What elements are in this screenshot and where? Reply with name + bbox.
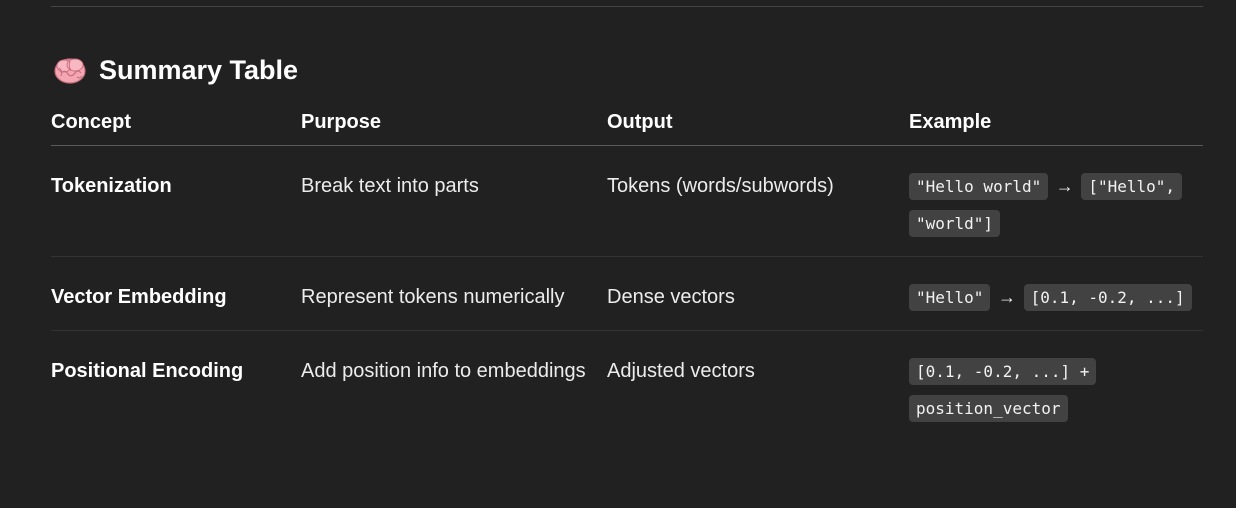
summary-table: Concept Purpose Output Example Tokenizat… <box>51 103 1203 441</box>
code-snippet: [0.1, -0.2, ...] + position_vector <box>909 358 1097 422</box>
column-header-example: Example <box>909 103 1203 146</box>
table-row: Vector Embedding Represent tokens numeri… <box>51 256 1203 331</box>
purpose-cell: Add position info to embeddings <box>301 360 586 382</box>
output-cell: Adjusted vectors <box>607 360 755 382</box>
purpose-cell: Represent tokens numerically <box>301 256 607 331</box>
table-row: Tokenization Break text into parts Token… <box>51 145 1203 257</box>
divider <box>51 6 1203 7</box>
table-header-row: Concept Purpose Output Example <box>51 103 1203 146</box>
column-header-purpose: Purpose <box>301 103 607 146</box>
table-row: Positional Encoding Add position info to… <box>51 331 1203 442</box>
arrow-icon: → <box>998 287 1016 307</box>
code-snippet: "Hello" <box>909 284 991 311</box>
concept-cell: Positional Encoding <box>51 360 244 382</box>
concept-cell: Vector Embedding <box>51 256 301 331</box>
arrow-icon: → <box>1055 176 1074 196</box>
brain-icon <box>53 53 87 87</box>
code-snippet: "Hello world" <box>909 173 1049 200</box>
column-header-output: Output <box>607 103 909 146</box>
concept-cell: Tokenization <box>51 145 301 257</box>
page: Summary Table Concept Purpose Output Exa… <box>0 0 1236 508</box>
section-title: Summary Table <box>99 54 299 85</box>
example-cell: "Hello" → [0.1, -0.2, ...] <box>909 256 1203 331</box>
example-cell: "Hello world" → ["Hello", "world"] <box>909 145 1203 257</box>
column-header-concept: Concept <box>51 103 301 146</box>
example-cell: [0.1, -0.2, ...] + position_vector <box>909 331 1203 442</box>
output-cell: Dense vectors <box>607 256 909 331</box>
purpose-cell: Break text into parts <box>301 145 607 257</box>
section-heading: Summary Table <box>53 53 298 87</box>
code-snippet: [0.1, -0.2, ...] <box>1023 284 1192 311</box>
output-cell: Tokens (words/subwords) <box>607 145 909 257</box>
